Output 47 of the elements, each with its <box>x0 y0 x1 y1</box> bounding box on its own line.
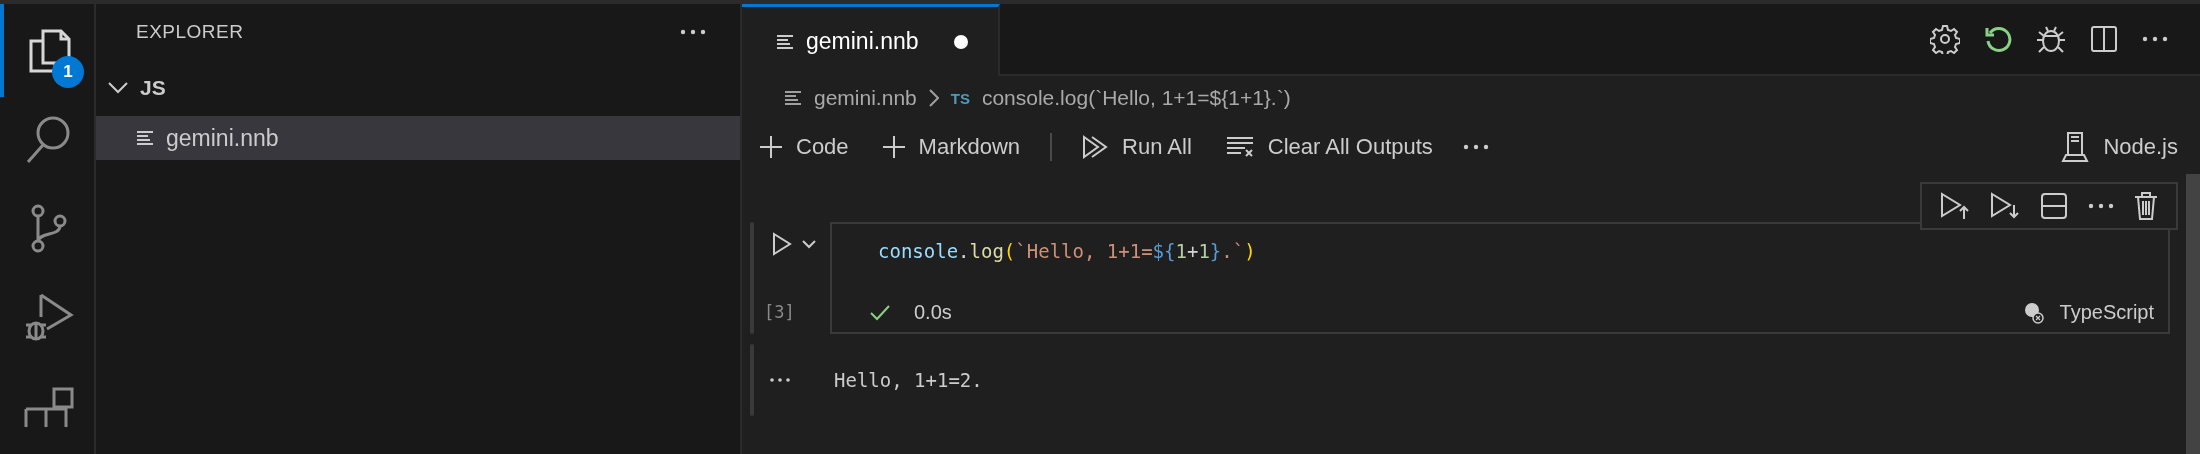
delete-icon[interactable] <box>2134 192 2158 220</box>
bug-icon[interactable] <box>2036 24 2066 54</box>
editor-tab[interactable]: gemini.nnb <box>742 4 1000 76</box>
folder-row[interactable]: JS <box>96 60 740 116</box>
file-row[interactable]: gemini.nnb <box>96 116 740 160</box>
lightbulb-icon[interactable] <box>2023 301 2044 324</box>
file-lines-icon <box>776 33 794 50</box>
clear-outputs-icon <box>1225 136 1254 158</box>
sidebar-title: EXPLORER <box>136 21 244 43</box>
toolbar-button[interactable]: Markdown <box>878 134 1025 160</box>
code-cell[interactable]: console.log(`Hello, 1+1=${1+1}.`) 0.0s TypeScript <box>830 222 2170 334</box>
settings-icon[interactable] <box>1930 24 1960 54</box>
kernel-picker[interactable]: Node.js <box>2057 132 2182 162</box>
chevron-icon[interactable] <box>802 239 816 249</box>
code-line: console.log(`Hello, 1+1=${1+1}.`) <box>878 240 1257 262</box>
more-icon[interactable] <box>2142 36 2168 42</box>
branch-icon <box>29 204 69 254</box>
run-cell-icon[interactable] <box>772 232 792 256</box>
scrollbar[interactable] <box>2186 174 2200 454</box>
language-label: TS <box>950 89 970 107</box>
restart-icon[interactable] <box>1984 25 2012 53</box>
breadcrumb[interactable]: gemini.nnb <box>814 86 917 110</box>
chevron-right-icon <box>928 89 939 107</box>
file-lines-icon <box>136 130 154 146</box>
toolbar-button[interactable]: Code <box>756 134 853 160</box>
server-icon <box>2061 132 2090 162</box>
execution-time: 0.0s <box>914 301 952 324</box>
extensions-icon <box>24 387 74 428</box>
plus-icon <box>760 136 782 158</box>
run-above-icon[interactable] <box>1940 192 1970 220</box>
split-editor-icon[interactable] <box>2090 25 2118 53</box>
more-icon[interactable] <box>2088 203 2114 209</box>
more-icon[interactable] <box>680 29 706 35</box>
execution-count: [3] <box>763 302 796 322</box>
more-icon[interactable] <box>770 378 790 382</box>
toolbar-button[interactable]: Run All <box>1078 134 1196 160</box>
plus-icon <box>882 136 905 158</box>
run-all-icon <box>1082 135 1109 159</box>
split-cell-icon[interactable] <box>2040 192 2068 220</box>
run-below-icon[interactable] <box>1990 192 2020 220</box>
notification-badge: 1 <box>52 56 84 88</box>
file-lines-icon <box>784 90 802 106</box>
toolbar-button[interactable]: Clear All Outputs <box>1221 134 1437 160</box>
more-icon[interactable] <box>1462 144 1489 150</box>
breadcrumb[interactable]: console.log(`Hello, 1+1=${1+1}.`) <box>981 86 1291 110</box>
cell-output: Hello, 1+1=2. <box>834 369 983 391</box>
cell-language[interactable]: TypeScript <box>2059 301 2154 324</box>
